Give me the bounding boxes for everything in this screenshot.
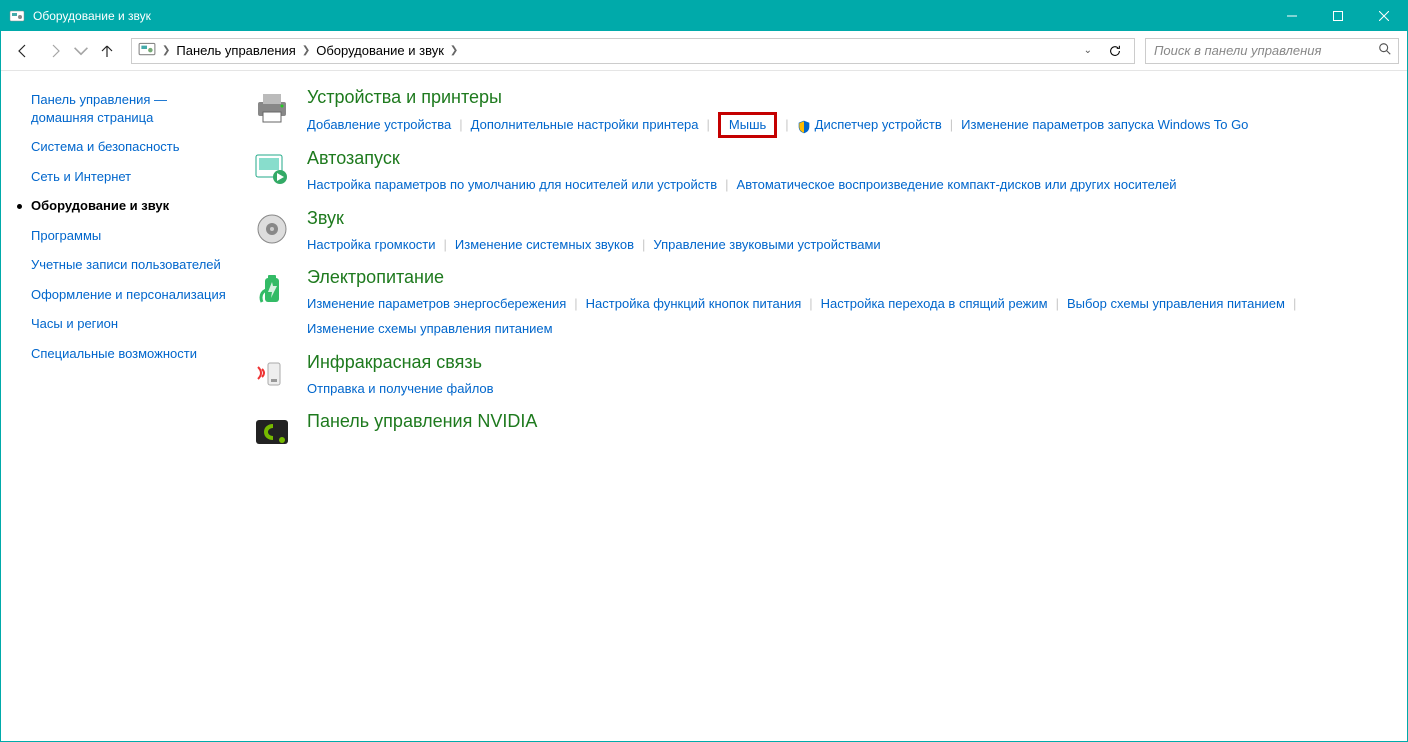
close-button[interactable]	[1361, 1, 1407, 31]
infrared-icon	[251, 352, 293, 394]
category-link[interactable]: Настройка громкости	[307, 233, 436, 258]
category: Звук Настройка громкости | Изменение систем…	[251, 208, 1383, 258]
link-divider: |	[809, 292, 812, 317]
category-link[interactable]: Мышь	[729, 113, 766, 138]
category-link[interactable]: Изменение схемы управления питанием	[307, 317, 553, 342]
sidebar-home[interactable]: Панель управления — домашняя страница	[31, 91, 231, 126]
category: Панель управления NVIDIA	[251, 411, 1383, 453]
window-title: Оборудование и звук	[33, 9, 151, 23]
chevron-right-icon[interactable]: ❯	[450, 45, 458, 56]
sidebar-item[interactable]: Программы	[31, 227, 231, 245]
search-icon[interactable]	[1378, 42, 1392, 59]
category-link[interactable]: Автоматическое воспроизведение компакт-д…	[737, 173, 1177, 198]
category-link[interactable]: Настройка функций кнопок питания	[586, 292, 802, 317]
category-link[interactable]: Настройка параметров по умолчанию для но…	[307, 173, 717, 198]
category: Автозапуск Настройка параметров по умолча…	[251, 148, 1383, 198]
link-divider: |	[950, 113, 953, 138]
search-box[interactable]	[1145, 38, 1399, 64]
window-controls	[1269, 1, 1407, 31]
control-panel-window: Оборудование и звук ❯ Панель управления	[0, 0, 1408, 742]
printer-icon	[251, 87, 293, 129]
breadcrumb-root[interactable]: Панель управления	[176, 43, 295, 58]
category-title[interactable]: Электропитание	[307, 267, 1383, 288]
nvidia-icon	[251, 411, 293, 453]
back-button[interactable]	[9, 37, 37, 65]
breadcrumb-current[interactable]: Оборудование и звук	[316, 43, 444, 58]
category-link[interactable]: Диспетчер устройств	[797, 113, 942, 138]
address-dropdown-icon[interactable]: ⌄	[1084, 45, 1092, 56]
category-link[interactable]: Изменение параметров запуска Windows To …	[961, 113, 1248, 138]
link-divider: |	[1056, 292, 1059, 317]
category-link[interactable]: Дополнительные настройки принтера	[471, 113, 699, 138]
sidebar-item[interactable]: Сеть и Интернет	[31, 168, 231, 186]
minimize-button[interactable]	[1269, 1, 1315, 31]
shield-icon	[797, 118, 811, 132]
window-icon	[9, 8, 25, 24]
search-input[interactable]	[1152, 42, 1378, 59]
link-divider: |	[1293, 292, 1296, 317]
link-divider: |	[707, 113, 710, 138]
speaker-icon	[251, 208, 293, 250]
sidebar-item[interactable]: Оформление и персонализация	[31, 286, 231, 304]
link-divider: |	[785, 113, 788, 138]
up-button[interactable]	[93, 37, 121, 65]
maximize-button[interactable]	[1315, 1, 1361, 31]
autoplay-icon	[251, 148, 293, 190]
category: Устройства и принтеры Добавление устройст…	[251, 87, 1383, 138]
category-link[interactable]: Управление звуковыми устройствами	[653, 233, 880, 258]
link-divider: |	[574, 292, 577, 317]
sidebar-item[interactable]: Оборудование и звук	[31, 197, 231, 215]
recent-locations-button[interactable]	[73, 37, 89, 65]
sidebar: Панель управления — домашняя страница Си…	[1, 71, 241, 741]
link-divider: |	[642, 233, 645, 258]
category: Инфракрасная связь Отправка и получение ф…	[251, 352, 1383, 402]
refresh-button[interactable]	[1102, 39, 1128, 63]
category-title[interactable]: Инфракрасная связь	[307, 352, 1383, 373]
navigation-bar: ❯ Панель управления ❯ Оборудование и зву…	[1, 31, 1407, 71]
chevron-right-icon[interactable]: ❯	[162, 45, 170, 56]
category-link[interactable]: Отправка и получение файлов	[307, 377, 494, 402]
battery-icon	[251, 267, 293, 309]
highlight-box: Мышь	[718, 112, 777, 138]
title-bar: Оборудование и звук	[1, 1, 1407, 31]
category-link[interactable]: Настройка перехода в спящий режим	[821, 292, 1048, 317]
sidebar-item[interactable]: Специальные возможности	[31, 345, 231, 363]
category-link[interactable]: Изменение системных звуков	[455, 233, 634, 258]
category-title[interactable]: Устройства и принтеры	[307, 87, 1383, 108]
category-link[interactable]: Добавление устройства	[307, 113, 451, 138]
content-body: Панель управления — домашняя страница Си…	[1, 71, 1407, 741]
category-title[interactable]: Панель управления NVIDIA	[307, 411, 1383, 432]
category-title[interactable]: Звук	[307, 208, 1383, 229]
link-divider: |	[444, 233, 447, 258]
category-link[interactable]: Выбор схемы управления питанием	[1067, 292, 1285, 317]
address-bar[interactable]: ❯ Панель управления ❯ Оборудование и зву…	[131, 38, 1135, 64]
chevron-right-icon[interactable]: ❯	[302, 45, 310, 56]
sidebar-item[interactable]: Учетные записи пользователей	[31, 256, 231, 274]
forward-button[interactable]	[41, 37, 69, 65]
category-title[interactable]: Автозапуск	[307, 148, 1383, 169]
link-divider: |	[725, 173, 728, 198]
sidebar-item[interactable]: Система и безопасность	[31, 138, 231, 156]
sidebar-item[interactable]: Часы и регион	[31, 315, 231, 333]
link-divider: |	[459, 113, 462, 138]
category-link[interactable]: Изменение параметров энергосбережения	[307, 292, 566, 317]
category: Электропитание Изменение параметров энерг…	[251, 267, 1383, 341]
main-content: Устройства и принтеры Добавление устройст…	[241, 71, 1407, 741]
address-icon	[138, 40, 156, 61]
